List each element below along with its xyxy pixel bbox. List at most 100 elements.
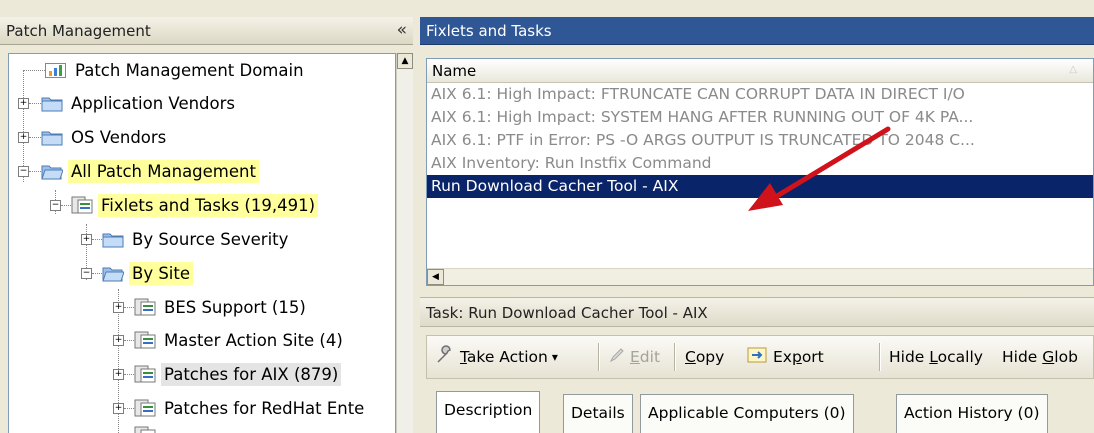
left-pane-title: Patch Management	[6, 22, 151, 40]
fixlet-list[interactable]: Name △ AIX 6.1: High Impact: FTRUNCATE C…	[426, 58, 1094, 286]
tab-details[interactable]: Details	[563, 394, 633, 433]
site-icon	[134, 365, 156, 383]
site-icon	[134, 331, 156, 349]
folder-icon	[41, 94, 63, 112]
dropdown-arrow-icon: ▾	[551, 350, 558, 364]
tree-item-application-vendors[interactable]: Application Vendors	[41, 87, 238, 119]
sort-ascending-icon: △	[1069, 64, 1077, 75]
list-item[interactable]: AIX 6.1: PTF in Error: PS -O ARGS OUTPUT…	[427, 129, 1093, 152]
tree-line	[29, 137, 41, 138]
navigation-tree[interactable]: Patch Management Domain + Application Ve…	[8, 53, 396, 433]
hide-locally-label: Hide Locally	[889, 348, 983, 366]
edit-label: Edit	[630, 348, 661, 366]
scroll-left-arrow-icon[interactable]: ◀	[427, 269, 444, 285]
tree-item-by-source-severity[interactable]: By Source Severity	[102, 223, 291, 255]
column-header-name[interactable]: Name △	[427, 59, 1093, 83]
tree-item-patch-management-domain[interactable]: Patch Management Domain	[45, 54, 307, 86]
take-action-label: Take Action	[460, 348, 548, 366]
take-action-button[interactable]: Take Action ▾	[435, 336, 558, 378]
tree-line	[23, 70, 45, 71]
tab-action-history[interactable]: Action History (0)	[896, 394, 1048, 433]
copy-button[interactable]: Copy	[685, 336, 724, 378]
expand-toggle[interactable]: +	[18, 132, 29, 143]
tree-line	[29, 103, 41, 104]
left-pane-header: Patch Management «	[0, 17, 413, 45]
domain-chart-icon	[45, 61, 67, 79]
tree-item-partial	[134, 426, 161, 433]
tree-item-label: Patch Management Domain	[75, 60, 304, 80]
edit-button[interactable]: Edit	[609, 336, 660, 378]
tree-item-label: All Patch Management	[68, 159, 259, 183]
expand-toggle[interactable]: +	[81, 234, 92, 245]
tree-item-label: BES Support (15)	[164, 297, 306, 317]
expand-toggle[interactable]: +	[113, 369, 124, 380]
task-title: Task: Run Download Cacher Tool - AIX	[426, 304, 708, 322]
toolbar-separator	[674, 343, 676, 371]
hide-globally-button[interactable]: Hide Glob	[1002, 336, 1078, 378]
hide-locally-button[interactable]: Hide Locally	[889, 336, 983, 378]
tree-vertical-scrollbar[interactable]: ▲	[396, 53, 413, 433]
left-pane: Patch Management « Patch Management Doma…	[0, 0, 413, 433]
tree-item-label: Master Action Site (4)	[164, 330, 343, 350]
expand-toggle[interactable]: +	[18, 98, 29, 109]
open-folder-icon	[41, 162, 64, 180]
tree-item-bes-support[interactable]: BES Support (15)	[134, 291, 309, 323]
tree-item-os-vendors[interactable]: OS Vendors	[41, 121, 169, 153]
tree-line	[124, 374, 134, 375]
tree-line	[124, 408, 134, 409]
collapse-pane-button[interactable]: «	[397, 20, 407, 40]
collapse-toggle[interactable]: −	[18, 166, 29, 177]
fixlet-list-icon	[71, 196, 93, 214]
export-icon	[747, 346, 769, 368]
tree-item-all-patch-management[interactable]: All Patch Management	[41, 155, 259, 187]
tree-line	[61, 205, 71, 206]
open-folder-icon	[102, 264, 125, 282]
task-tabs: Description Details Applicable Computers…	[426, 391, 1094, 433]
task-details-header: Task: Run Download Cacher Tool - AIX	[420, 297, 1094, 327]
tab-applicable-computers[interactable]: Applicable Computers (0)	[640, 394, 854, 433]
tree-item-label: By Source Severity	[132, 229, 289, 249]
tree-item-by-site[interactable]: By Site	[102, 257, 194, 289]
tree-item-label: Fixlets and Tasks (19,491)	[98, 193, 319, 217]
tree-line	[92, 273, 102, 274]
list-item[interactable]: AIX 6.1: High Impact: SYSTEM HANG AFTER …	[427, 106, 1093, 129]
export-label: Export	[773, 348, 824, 366]
folder-icon	[41, 128, 63, 146]
tree-line	[124, 340, 134, 341]
tree-item-label: OS Vendors	[71, 127, 167, 147]
column-header-label: Name	[432, 62, 477, 80]
site-icon	[134, 399, 156, 417]
expand-toggle[interactable]: +	[113, 403, 124, 414]
list-item[interactable]: AIX 6.1: High Impact: FTRUNCATE CAN CORR…	[427, 83, 1093, 106]
tree-line	[29, 171, 41, 172]
site-icon	[134, 426, 156, 433]
right-pane-title: Fixlets and Tasks	[426, 22, 552, 40]
tree-item-label: Application Vendors	[71, 93, 236, 113]
tree-item-patches-for-aix[interactable]: Patches for AIX (879)	[134, 358, 342, 390]
right-pane: Fixlets and Tasks Name △ AIX 6.1: High I…	[413, 0, 1094, 433]
collapse-toggle[interactable]: −	[81, 268, 92, 279]
tree-line	[92, 239, 102, 240]
scroll-up-arrow-icon[interactable]: ▲	[397, 53, 413, 69]
site-icon	[134, 298, 156, 316]
expand-toggle[interactable]: +	[113, 335, 124, 346]
copy-label: Copy	[685, 348, 725, 366]
pencil-icon	[609, 347, 625, 367]
toolbar-separator	[598, 343, 600, 371]
tab-description[interactable]: Description	[436, 391, 541, 433]
tree-item-label: Patches for RedHat Ente	[164, 398, 365, 418]
export-button[interactable]: Export	[747, 336, 824, 378]
list-item-selected[interactable]: Run Download Cacher Tool - AIX	[427, 175, 1093, 198]
toolbar-separator	[879, 343, 881, 371]
tree-item-fixlets-and-tasks[interactable]: Fixlets and Tasks (19,491)	[71, 189, 319, 221]
tree-item-label: Patches for AIX (879)	[161, 362, 342, 386]
folder-icon	[102, 230, 124, 248]
list-item[interactable]: AIX Inventory: Run Instfix Command	[427, 152, 1093, 175]
task-toolbar: Take Action ▾ Edit Copy Export Hide Loca…	[426, 335, 1094, 379]
expand-toggle[interactable]: +	[113, 302, 124, 313]
tree-item-master-action-site[interactable]: Master Action Site (4)	[134, 324, 346, 356]
list-horizontal-scrollbar[interactable]: ◀	[427, 268, 1093, 285]
tree-item-patches-for-redhat[interactable]: Patches for RedHat Ente	[134, 392, 367, 424]
right-pane-header: Fixlets and Tasks	[420, 17, 1094, 45]
collapse-toggle[interactable]: −	[50, 200, 61, 211]
